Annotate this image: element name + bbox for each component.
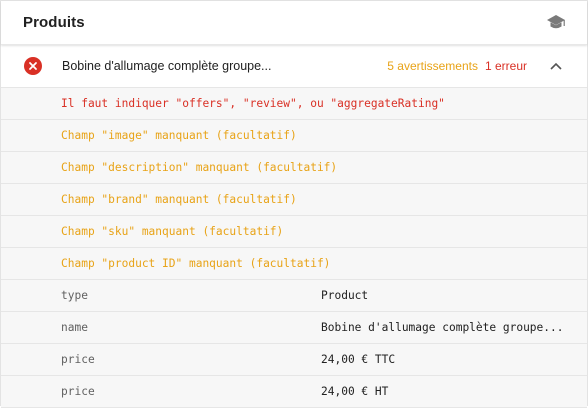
- item-details: Il faut indiquer "offers", "review", ou …: [1, 88, 587, 408]
- warning-message: Champ "image" manquant (facultatif): [1, 120, 587, 152]
- warning-message: Champ "product ID" manquant (facultatif): [1, 248, 587, 280]
- property-name: price: [61, 353, 95, 366]
- property-value: 24,00 € TTC: [321, 353, 396, 366]
- error-message: Il faut indiquer "offers", "review", ou …: [1, 88, 587, 120]
- property-value: Product: [321, 289, 369, 302]
- product-item-name: Bobine d'allumage complète groupe...: [62, 59, 272, 73]
- property-name: name: [61, 321, 88, 334]
- warnings-count: 5 avertissements: [387, 59, 478, 73]
- warning-message: Champ "sku" manquant (facultatif): [1, 216, 587, 248]
- graduation-cap-icon[interactable]: [545, 12, 567, 34]
- property-value: 24,00 € HT: [321, 385, 389, 398]
- warning-message: Champ "description" manquant (facultatif…: [1, 152, 587, 184]
- panel-header: Produits: [1, 1, 587, 45]
- warning-message: Champ "brand" manquant (facultatif): [1, 184, 587, 216]
- errors-count: 1 erreur: [484, 59, 527, 73]
- property-name: price: [61, 385, 95, 398]
- property-row: name Bobine d'allumage complète groupe..…: [1, 312, 587, 344]
- error-x-icon: [24, 57, 42, 75]
- property-row: price 24,00 € TTC: [1, 344, 587, 376]
- property-name: type: [61, 289, 88, 302]
- product-item-row[interactable]: Bobine d'allumage complète groupe... 5 a…: [1, 45, 587, 88]
- property-value: Bobine d'allumage complète groupe...: [321, 321, 564, 334]
- products-panel: Produits Bobine d'allumage complète grou…: [0, 0, 588, 408]
- panel-title: Produits: [23, 14, 85, 31]
- property-row: type Product: [1, 280, 587, 312]
- property-row: price 24,00 € HT: [1, 376, 587, 408]
- chevron-up-icon[interactable]: [549, 59, 563, 73]
